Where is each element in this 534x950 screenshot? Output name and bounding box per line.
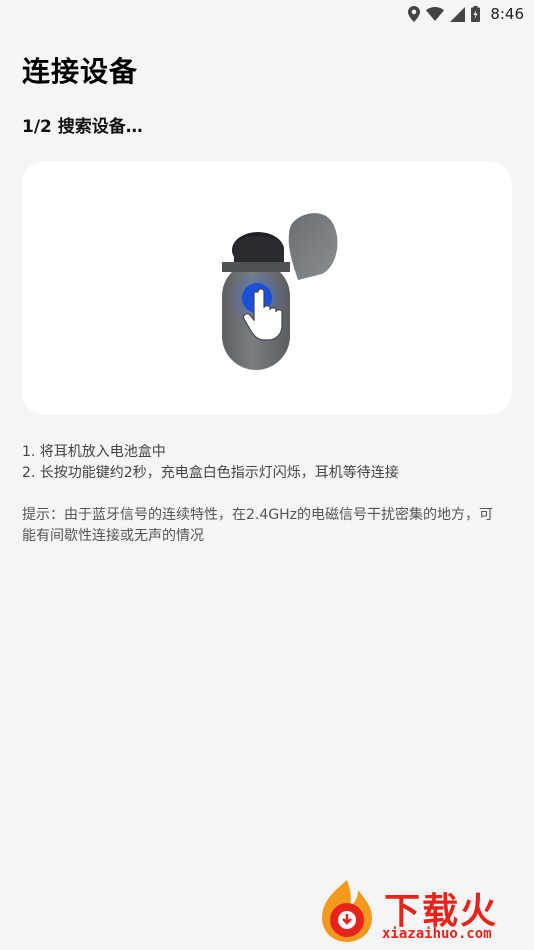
status-icons: 8:46: [408, 4, 524, 24]
page-title: 连接设备: [22, 55, 139, 88]
status-bar: 8:46: [0, 0, 534, 28]
tip-text: 提示：由于蓝牙信号的连续特性，在2.4GHz的电磁信号干扰密集的地方，可能有间歇…: [22, 507, 493, 544]
earbud-case-press-icon: [222, 213, 338, 370]
step-progress-label: 1/2 搜索设备…: [22, 117, 143, 137]
status-time: 8:46: [490, 5, 524, 23]
watermark-url: xiazaihuo.com: [382, 926, 492, 942]
instruction-item: 2. 长按功能键约2秒，充电盒白色指示灯闪烁，耳机等待连接: [22, 465, 399, 481]
flame-logo-icon: [322, 880, 372, 942]
instruction-item: 1. 将耳机放入电池盒中: [22, 444, 166, 460]
watermark: 下载火 xiazaihuo.com: [314, 878, 530, 946]
location-icon: [408, 6, 421, 22]
signal-icon: [450, 6, 466, 22]
instructions-list: 1. 将耳机放入电池盒中 2. 长按功能键约2秒，充电盒白色指示灯闪烁，耳机等待…: [22, 442, 512, 484]
illustration-card: [22, 162, 512, 414]
wifi-icon: [426, 7, 445, 21]
battery-charging-icon: [471, 6, 481, 22]
